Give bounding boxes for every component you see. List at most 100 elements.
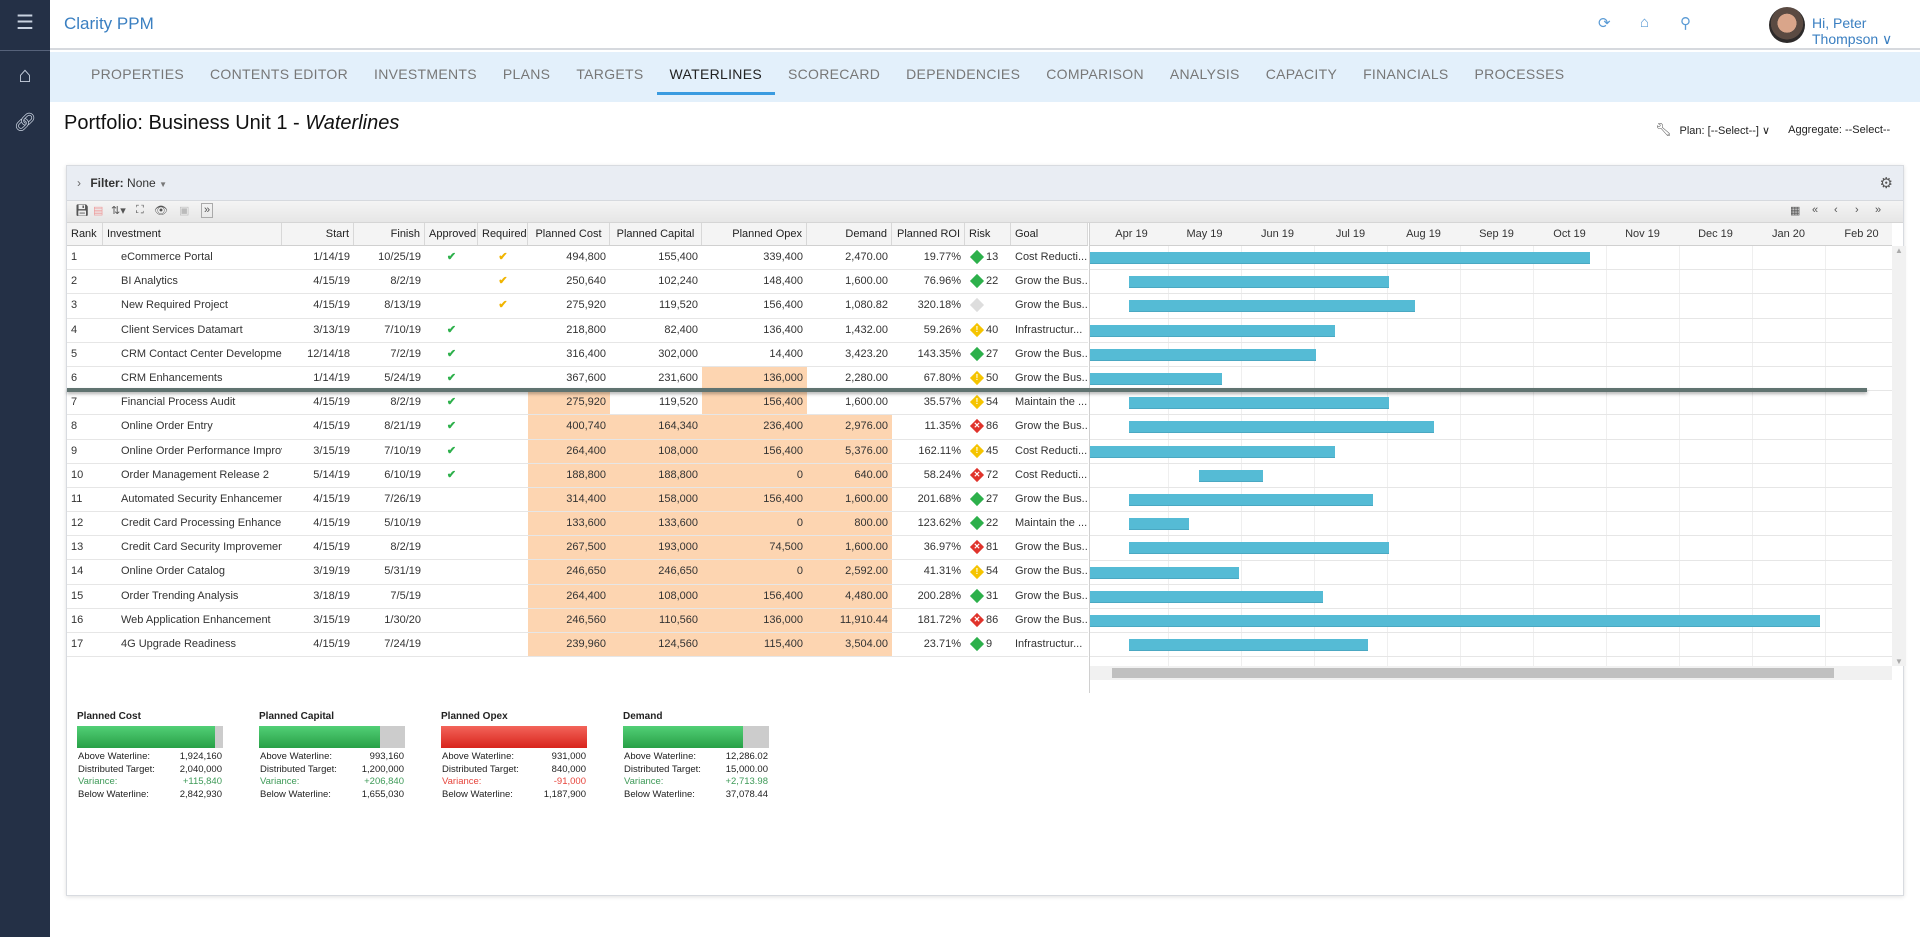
table-row[interactable]: 13 Credit Card Security Improvements 4/15/…	[67, 536, 1088, 561]
table-row[interactable]: 16 Web Application Enhancement 3/15/19 1/30…	[67, 608, 1088, 633]
column-header-required[interactable]: Required	[478, 223, 528, 245]
column-header-capital[interactable]: Planned Capital	[610, 223, 702, 245]
table-row[interactable]: 4 Client Services Datamart 3/13/19 7/10/19 ✔…	[67, 319, 1088, 343]
horizontal-scrollbar[interactable]	[1090, 666, 1892, 680]
cell-investment[interactable]: Client Services Datamart	[121, 324, 243, 336]
cell-investment[interactable]: Order Management Release 2	[121, 469, 269, 481]
plan-select[interactable]: Plan: [--Select--] ∨	[1680, 124, 1771, 137]
column-header-opex[interactable]: Planned Opex	[702, 223, 807, 245]
gantt-bar[interactable]	[1090, 373, 1223, 385]
link-icon[interactable]: 🔗︎	[0, 112, 50, 133]
cell-investment[interactable]: Web Application Enhancement	[121, 614, 271, 626]
save-icon[interactable]: 💾︎	[75, 204, 89, 217]
gantt-bar[interactable]	[1129, 300, 1416, 313]
tab-capacity[interactable]: CAPACITY	[1253, 52, 1350, 102]
column-header-demand[interactable]: Demand	[807, 223, 892, 245]
column-header-roi[interactable]: Planned ROI	[892, 223, 965, 245]
tab-plans[interactable]: PLANS	[490, 52, 563, 102]
table-row[interactable]: 7 Financial Process Audit 4/15/19 8/2/19 ✔ 27…	[67, 391, 1088, 416]
tab-analysis[interactable]: ANALYSIS	[1157, 52, 1253, 102]
next-icon[interactable]: ›	[1855, 204, 1859, 216]
table-row[interactable]: 1 eCommerce Portal 1/14/19 10/25/19 ✔ ✔ 494,80…	[67, 246, 1088, 271]
waterline-divider[interactable]	[67, 388, 1867, 393]
app-title[interactable]: Clarity PPM	[64, 14, 154, 34]
cell-investment[interactable]: Credit Card Security Improvements	[121, 541, 282, 553]
cell-investment[interactable]: Order Trending Analysis	[121, 590, 238, 602]
column-header-risk[interactable]: Risk	[965, 223, 1011, 245]
tab-scorecard[interactable]: SCORECARD	[775, 52, 893, 102]
last-page-icon[interactable]: »	[1875, 204, 1881, 216]
gantt-bar[interactable]	[1129, 397, 1390, 410]
cell-investment[interactable]: Automated Security Enhancements	[121, 493, 282, 505]
table-row[interactable]: 15 Order Trending Analysis 3/18/19 7/5/19 26…	[67, 584, 1088, 609]
column-header-cost[interactable]: Planned Cost	[528, 223, 610, 245]
calendar-icon[interactable]: ▦	[1790, 204, 1800, 217]
cell-investment[interactable]: BI Analytics	[121, 275, 178, 287]
gantt-bar[interactable]	[1129, 639, 1369, 652]
cell-investment[interactable]: Online Order Performance Improve...	[121, 445, 282, 457]
filter-select[interactable]: None ▼	[127, 176, 167, 190]
export-pdf-icon[interactable]: ▤	[93, 204, 103, 217]
gantt-bar[interactable]	[1129, 494, 1373, 506]
table-row[interactable]: 10 Order Management Release 2 5/14/19 6/10/…	[67, 463, 1088, 488]
table-row[interactable]: 14 Online Order Catalog 3/19/19 5/31/19 246,…	[67, 560, 1088, 585]
gantt-bar[interactable]	[1129, 276, 1390, 289]
columns-icon[interactable]: ▣	[179, 204, 189, 217]
scroll-up-icon[interactable]: ▲	[1892, 246, 1906, 255]
gantt-bar[interactable]	[1129, 542, 1390, 555]
table-row[interactable]: 9 Online Order Performance Improve... 3/15…	[67, 439, 1088, 464]
cell-investment[interactable]: Credit Card Processing Enhancement	[121, 517, 282, 529]
cell-investment[interactable]: Online Order Catalog	[121, 565, 225, 577]
table-row[interactable]: 17 4G Upgrade Readiness 4/15/19 7/24/19 239,…	[67, 633, 1088, 658]
expand-filter-icon[interactable]: ›	[77, 176, 81, 190]
cell-investment[interactable]: Financial Process Audit	[121, 396, 235, 408]
gantt-bar[interactable]	[1090, 348, 1317, 361]
cell-investment[interactable]: New Required Project	[121, 299, 228, 311]
gantt-bar[interactable]	[1198, 469, 1263, 482]
user-menu[interactable]: Hi, Peter Thompson ∨	[1812, 15, 1920, 48]
column-header-goal[interactable]: Goal	[1011, 223, 1088, 245]
tab-targets[interactable]: TARGETS	[563, 52, 656, 102]
column-header-start[interactable]: Start	[282, 223, 354, 245]
column-header-finish[interactable]: Finish	[354, 223, 425, 245]
gantt-bar[interactable]	[1090, 324, 1336, 337]
tab-properties[interactable]: PROPERTIES	[78, 52, 197, 102]
tab-comparison[interactable]: COMPARISON	[1033, 52, 1157, 102]
table-row[interactable]: 8 Online Order Entry 4/15/19 8/21/19 ✔ 400,74…	[67, 415, 1088, 440]
gear-icon[interactable]: ⚙	[1880, 166, 1893, 201]
tab-dependencies[interactable]: DEPENDENCIES	[893, 52, 1033, 102]
table-row[interactable]: 3 New Required Project 4/15/19 8/13/19 ✔ 275,…	[67, 294, 1088, 319]
home-icon[interactable]: ⌂	[1640, 14, 1649, 31]
column-header-rank[interactable]: Rank	[67, 223, 103, 245]
cell-investment[interactable]: Online Order Entry	[121, 420, 213, 432]
tab-waterlines[interactable]: WATERLINES	[656, 52, 776, 102]
gantt-bar[interactable]	[1090, 445, 1336, 458]
gantt-bar[interactable]	[1129, 421, 1435, 434]
cell-investment[interactable]: eCommerce Portal	[121, 251, 213, 263]
tab-processes[interactable]: PROCESSES	[1462, 52, 1578, 102]
cell-investment[interactable]: CRM Contact Center Development	[121, 348, 282, 360]
refresh-icon[interactable]: ⟳	[1598, 14, 1611, 32]
cell-investment[interactable]: 4G Upgrade Readiness	[121, 638, 236, 650]
aggregate-select[interactable]: Aggregate: --Select--	[1788, 124, 1890, 136]
column-header-approved[interactable]: Approved	[425, 223, 478, 245]
gantt-bar[interactable]	[1090, 590, 1324, 603]
eye-icon[interactable]: 👁︎	[154, 204, 168, 217]
expand-icon[interactable]: »	[201, 203, 214, 218]
home-icon[interactable]: ⌂	[0, 62, 50, 88]
gantt-bar[interactable]	[1090, 615, 1821, 627]
menu-icon[interactable]: ☰	[0, 10, 50, 35]
search-icon[interactable]: ⚲	[1680, 14, 1691, 32]
prev-icon[interactable]: ‹	[1834, 204, 1838, 216]
first-page-icon[interactable]: «	[1812, 204, 1818, 216]
table-row[interactable]: 12 Credit Card Processing Enhancement 4/15…	[67, 512, 1088, 537]
fit-icon[interactable]: ⛶	[136, 204, 144, 217]
vertical-scrollbar[interactable]: ▲ ▼	[1892, 246, 1906, 666]
tab-contents-editor[interactable]: CONTENTS EDITOR	[197, 52, 361, 102]
cell-investment[interactable]: CRM Enhancements	[121, 372, 223, 384]
wrench-icon[interactable]: 🔧︎	[1655, 122, 1672, 138]
table-row[interactable]: 11 Automated Security Enhancements 4/15/19…	[67, 487, 1088, 513]
scrollbar-thumb[interactable]	[1112, 668, 1834, 678]
gantt-bar[interactable]	[1090, 566, 1239, 579]
avatar[interactable]	[1769, 7, 1805, 43]
